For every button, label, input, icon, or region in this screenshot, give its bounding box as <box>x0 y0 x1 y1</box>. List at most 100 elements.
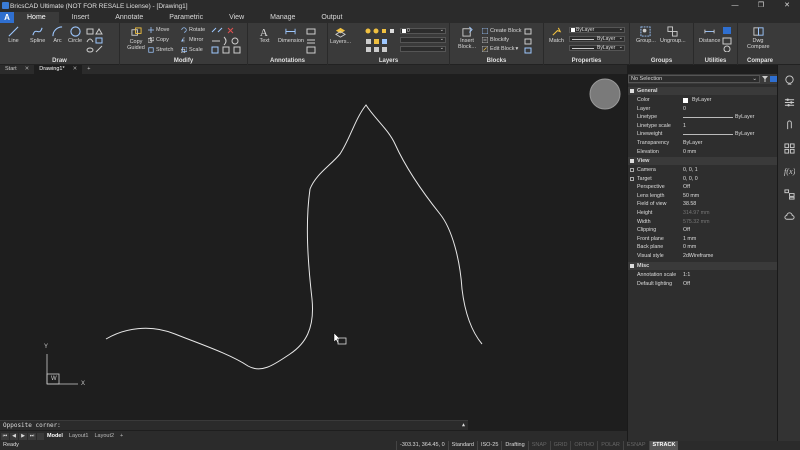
block-small-icons[interactable] <box>524 28 540 54</box>
stretch-tool[interactable]: Stretch <box>148 47 173 53</box>
arc-tool[interactable]: Arc <box>52 26 63 44</box>
tab-view[interactable]: View <box>216 12 257 23</box>
tab-output[interactable]: Output <box>308 12 355 23</box>
property-row-misc-1[interactable]: Default lighting Off <box>628 280 778 289</box>
draw-small-icons[interactable] <box>86 28 116 54</box>
tab-parametric[interactable]: Parametric <box>156 12 216 23</box>
navigation-wheel-icon[interactable] <box>589 78 621 110</box>
library-icon[interactable] <box>784 143 795 154</box>
line-tool[interactable]: Line <box>8 26 19 44</box>
minimize-button[interactable]: — <box>722 0 748 12</box>
tab-layout2[interactable]: Layout2 <box>91 433 117 439</box>
ungroup-tool[interactable]: Ungroup... <box>660 26 686 44</box>
strack-toggle[interactable]: STRACK <box>648 441 679 450</box>
function-icon[interactable]: f(x) <box>784 165 795 176</box>
restore-button[interactable]: ❐ <box>748 0 774 12</box>
next-layout-button[interactable]: ▶ <box>19 432 27 440</box>
property-row-view-4[interactable]: Field of view 38.58 <box>628 200 778 209</box>
mirror-tool[interactable]: Mirror <box>181 37 203 43</box>
property-row-misc-0[interactable]: Annotation scale 1:1 <box>628 271 778 280</box>
command-line[interactable]: Opposite corner: ▲ <box>0 420 468 430</box>
lightbulb-icon[interactable] <box>784 75 795 86</box>
close-button[interactable]: ✕ <box>774 0 800 12</box>
esnap-toggle[interactable]: ESNAP <box>622 441 649 450</box>
layout-menu-button[interactable] <box>37 432 44 440</box>
copy-guided-tool[interactable]: Copy Guided <box>124 27 148 51</box>
dimension-tool[interactable]: Dimension <box>278 26 304 44</box>
linetype-dropdown[interactable]: ByLayer ⌄ <box>569 36 625 42</box>
property-row-general-3[interactable]: Linetype scale 1 <box>628 122 778 131</box>
grid-toggle[interactable]: GRID <box>549 441 571 450</box>
properties-sliders-icon[interactable] <box>784 97 795 108</box>
close-icon[interactable]: ✕ <box>73 65 78 74</box>
modify-small-icons[interactable] <box>210 27 244 55</box>
current-layer-dropdown[interactable]: 0 ⌄ <box>400 28 446 34</box>
cloud-icon[interactable] <box>784 211 795 222</box>
snap-toggle[interactable]: SNAP <box>527 441 550 450</box>
expand-icon[interactable] <box>630 176 634 181</box>
copy-tool[interactable]: Copy <box>148 37 169 43</box>
tab-insert[interactable]: Insert <box>59 12 103 23</box>
selection-dropdown[interactable]: No Selection ⌄ <box>628 75 760 83</box>
insert-block-tool[interactable]: Insert Block... <box>456 26 478 50</box>
annotation-small-icons[interactable] <box>306 28 318 54</box>
blockify-tool[interactable]: Blockify <box>482 37 509 43</box>
add-layout-button[interactable]: + <box>117 433 126 439</box>
property-row-view-7[interactable]: Clipping Off <box>628 226 778 235</box>
dim-style-status[interactable]: ISO-25 <box>476 441 501 450</box>
color-dropdown[interactable]: ByLayer ⌄ <box>569 27 625 33</box>
property-row-general-0[interactable]: Color ByLayer <box>628 96 778 105</box>
lineweight-dropdown[interactable]: ByLayer ⌄ <box>569 45 625 51</box>
tab-home[interactable]: Home <box>14 12 59 23</box>
property-row-view-0[interactable]: Camera 0, 0, 1 <box>628 166 778 175</box>
expand-icon[interactable] <box>630 168 634 172</box>
property-row-view-8[interactable]: Front plane 1 mm <box>628 235 778 244</box>
property-row-general-2[interactable]: Linetype ByLayer <box>628 113 778 122</box>
layer-dropdown-2[interactable]: ⌄ <box>400 37 446 43</box>
workspace-status[interactable]: Drafting <box>501 441 527 450</box>
circle-tool[interactable]: Circle <box>68 26 82 44</box>
layers-tool[interactable]: Layers... <box>330 27 351 45</box>
cursor-coordinates[interactable]: -303.31, 364.45, 0 <box>396 441 448 450</box>
property-row-general-4[interactable]: Lineweight ByLayer <box>628 130 778 139</box>
section-misc[interactable]: Misc <box>628 262 778 270</box>
tab-manage[interactable]: Manage <box>257 12 308 23</box>
app-menu-button[interactable]: A <box>0 12 14 23</box>
new-tab-button[interactable]: + <box>82 65 95 74</box>
polar-toggle[interactable]: POLAR <box>597 441 623 450</box>
property-row-view-1[interactable]: Target 0, 0, 0 <box>628 175 778 184</box>
property-row-view-6[interactable]: Width 575.32 mm <box>628 218 778 227</box>
tab-model[interactable]: Model <box>44 433 66 439</box>
drawn-spline[interactable] <box>105 104 483 370</box>
attachment-icon[interactable] <box>784 120 795 131</box>
prev-layout-button[interactable]: ◀ <box>10 432 18 440</box>
property-row-view-2[interactable]: Perspective Off <box>628 183 778 192</box>
distance-tool[interactable]: Distance <box>699 26 720 44</box>
property-row-view-9[interactable]: Back plane 0 mm <box>628 243 778 252</box>
property-row-general-1[interactable]: Layer 0 <box>628 105 778 114</box>
layer-dropdown-3[interactable]: ⌄ <box>400 46 446 52</box>
group-tool[interactable]: Group... <box>636 26 656 44</box>
text-style-status[interactable]: Standard <box>447 441 477 450</box>
quick-select-icon[interactable] <box>770 76 777 82</box>
edit-block-tool[interactable]: Edit Block ▾ <box>482 46 518 52</box>
text-tool[interactable]: A Text <box>259 26 270 44</box>
structure-icon[interactable] <box>784 189 795 200</box>
close-icon[interactable]: ✕ <box>25 65 30 74</box>
last-layout-button[interactable]: ⏭ <box>28 432 36 440</box>
property-row-view-5[interactable]: Height 314.97 mm <box>628 209 778 218</box>
doc-tab-start[interactable]: Start ✕ <box>0 65 34 74</box>
ortho-toggle[interactable]: ORTHO <box>570 441 597 450</box>
section-view[interactable]: View <box>628 157 778 165</box>
property-row-general-6[interactable]: Elevation 0 mm <box>628 148 778 157</box>
tab-annotate[interactable]: Annotate <box>102 12 156 23</box>
filter-icon[interactable] <box>762 76 768 82</box>
property-row-general-5[interactable]: Transparency ByLayer <box>628 139 778 148</box>
first-layout-button[interactable]: ⏮ <box>1 432 9 440</box>
drawing-canvas[interactable]: Y X W <box>0 74 627 420</box>
scale-tool[interactable]: Scale <box>181 47 203 53</box>
expand-history-button[interactable]: ▲ <box>462 421 465 430</box>
spline-tool[interactable]: Spline <box>30 26 45 44</box>
utility-small-icons[interactable] <box>722 26 734 52</box>
rotate-tool[interactable]: Rotate <box>181 27 205 33</box>
